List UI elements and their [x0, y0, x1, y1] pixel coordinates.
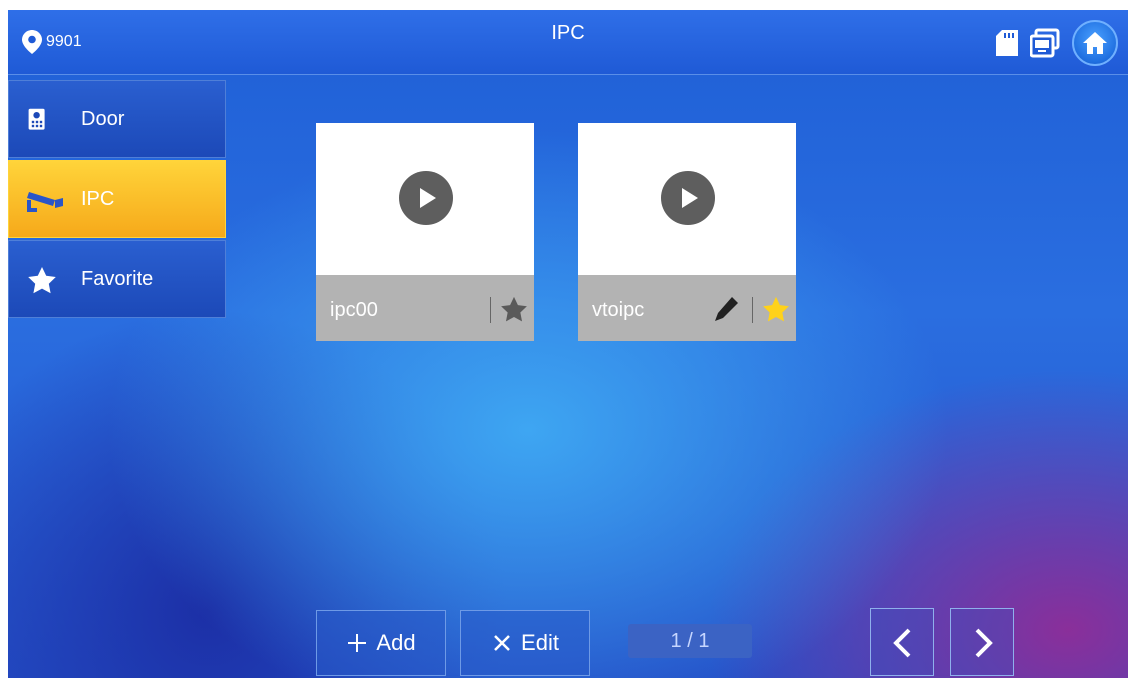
door-station-icon [28, 108, 45, 130]
camera-card[interactable]: ipc00 [316, 123, 534, 341]
star-icon[interactable] [762, 295, 790, 323]
camera-thumbnail[interactable] [316, 123, 534, 275]
play-icon [682, 188, 698, 208]
camera-thumbnail[interactable] [578, 123, 796, 275]
camera-name: ipc00 [330, 299, 378, 321]
camera-card[interactable]: vtoipc [578, 123, 796, 341]
page-title: IPC [551, 22, 585, 44]
camera-icon [27, 192, 63, 212]
camera-info-bar: ipc00 [316, 275, 534, 341]
play-icon [420, 188, 436, 208]
divider [752, 297, 753, 323]
next-page-button[interactable] [950, 608, 1014, 676]
pencil-icon[interactable] [714, 295, 740, 323]
sidebar-item-label: Door [81, 108, 125, 130]
ipc-screen: 9901 IPC Door IPC Favorite ipc00 vtoipc … [8, 10, 1128, 678]
play-button[interactable] [661, 171, 715, 225]
star-icon [28, 267, 56, 294]
sidebar-item-favorite[interactable]: Favorite [8, 240, 226, 318]
chevron-right-icon [975, 628, 993, 658]
page-indicator: 1 / 1 [628, 624, 752, 658]
sd-card-icon[interactable] [996, 30, 1018, 56]
sidebar-item-ipc[interactable]: IPC [8, 160, 226, 238]
sidebar-item-label: Favorite [81, 268, 154, 290]
monitor-icon[interactable] [1030, 28, 1060, 58]
star-icon[interactable] [500, 295, 528, 323]
chevron-left-icon [893, 628, 911, 658]
edit-label: Edit [521, 630, 559, 655]
divider [490, 297, 491, 323]
camera-name: vtoipc [592, 299, 645, 321]
top-bar: 9901 IPC [8, 10, 1128, 75]
edit-button[interactable]: Edit [460, 610, 590, 676]
sidebar-item-label: IPC [81, 188, 115, 210]
home-button[interactable] [1072, 20, 1118, 66]
home-icon [1083, 32, 1107, 54]
prev-page-button[interactable] [870, 608, 934, 676]
plus-icon [348, 634, 367, 652]
camera-info-bar: vtoipc [578, 275, 796, 341]
play-button[interactable] [399, 171, 453, 225]
add-button[interactable]: Add [316, 610, 446, 676]
sidebar-item-door[interactable]: Door [8, 80, 226, 158]
close-icon [494, 635, 510, 651]
add-label: Add [376, 630, 416, 655]
